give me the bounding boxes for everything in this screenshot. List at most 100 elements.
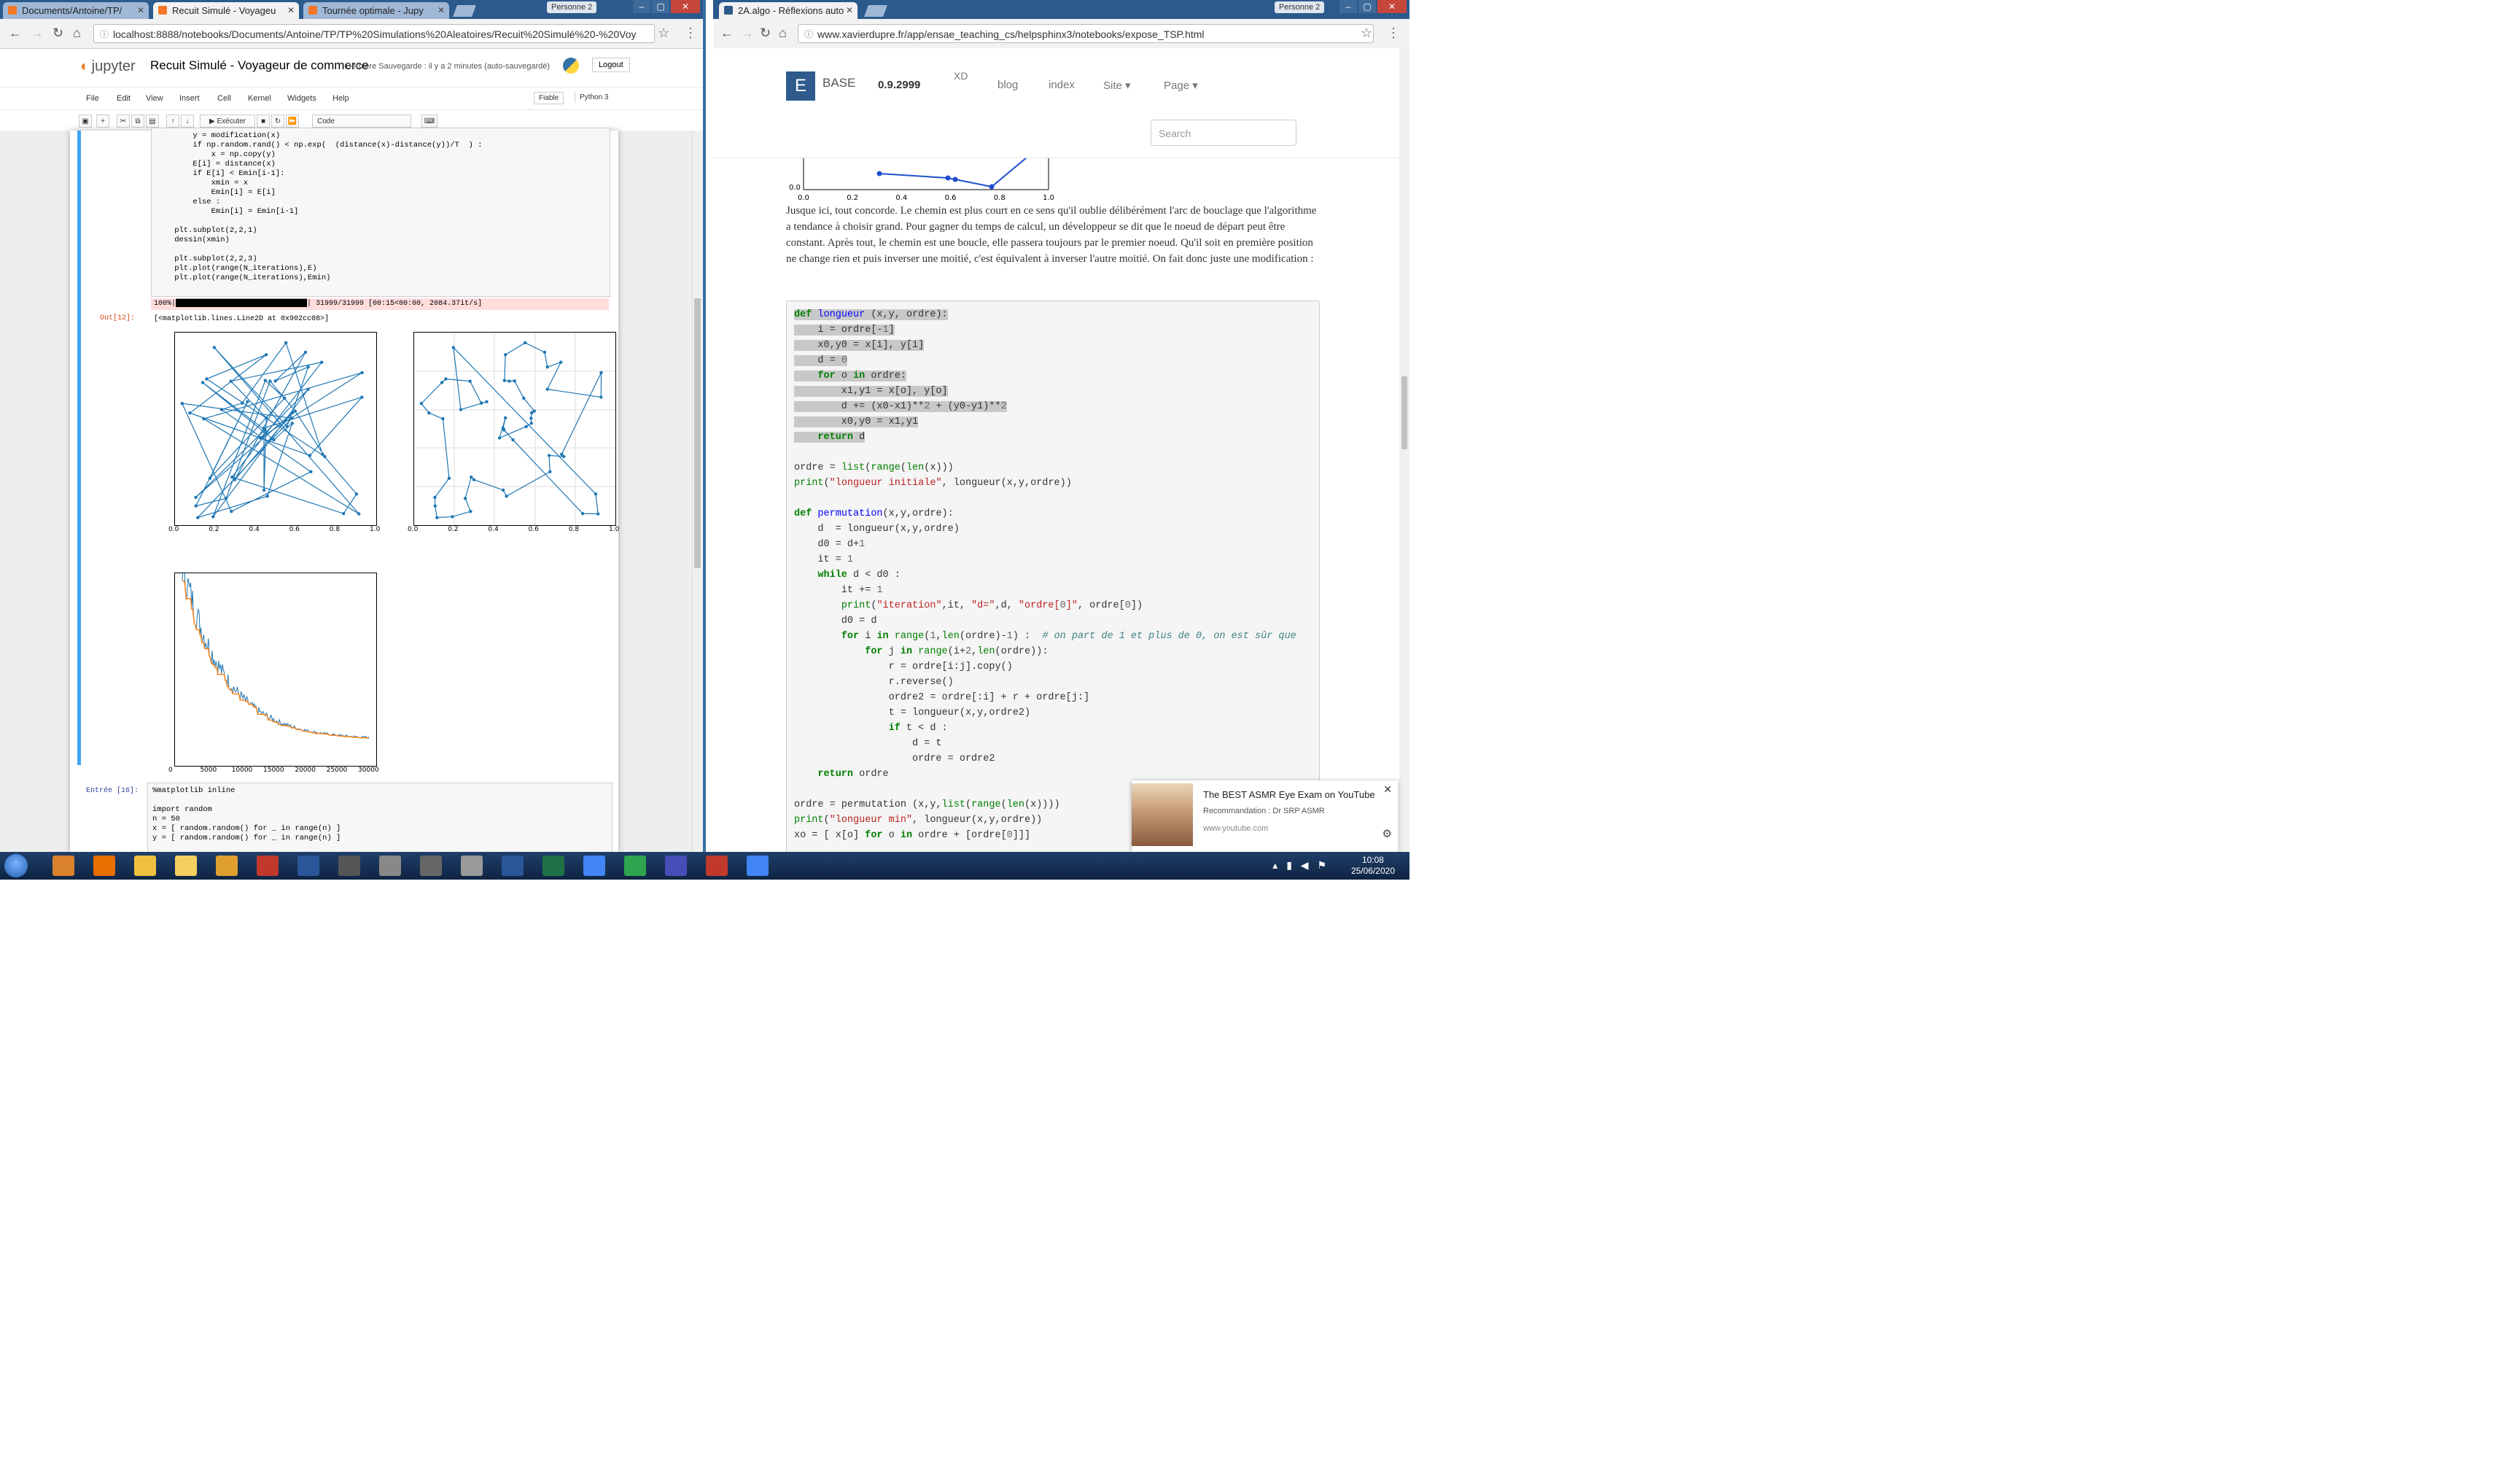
close-tab-icon[interactable]: ✕ [137,2,144,19]
new-tab-button[interactable] [453,5,476,17]
word-icon[interactable] [298,856,319,876]
menu-cell[interactable]: Cell [217,94,231,103]
site-logo[interactable]: E [786,71,815,101]
scrollbar-thumb[interactable] [694,298,701,568]
code-cell[interactable]: Entrée [16]: %matplotlib inline import r… [77,783,612,852]
back-icon[interactable]: ← [9,26,22,41]
add-cell-icon[interactable]: + [96,115,109,128]
start-button[interactable] [4,854,28,877]
explorer-icon[interactable] [52,856,74,876]
tab-recuit[interactable]: Recuit Simulé - Voyageu ✕ [153,2,299,19]
app-icon[interactable] [338,856,360,876]
gear-icon[interactable]: ⚙ [1382,827,1392,840]
utorrent-icon[interactable] [624,856,646,876]
close-window-icon[interactable]: ✕ [1377,0,1407,13]
folder-icon[interactable] [134,856,156,876]
restart-run-icon[interactable]: ⏩ [286,115,299,128]
maximize-icon[interactable]: ▢ [652,0,669,13]
brand-label[interactable]: BASE [822,76,855,90]
menu-help[interactable]: Help [332,94,349,103]
minimize-icon[interactable]: – [1339,0,1357,13]
menu-kernel[interactable]: Kernel [248,94,271,103]
close-tab-icon[interactable]: ✕ [846,2,853,19]
chrome-icon[interactable] [747,856,769,876]
profile-badge[interactable]: Personne 2 [547,1,597,13]
close-window-icon[interactable]: ✕ [671,0,700,13]
notebook-title[interactable]: Recuit Simulé - Voyageur de commerce [150,58,369,73]
maximize-icon[interactable]: ▢ [1358,0,1376,13]
profile-badge[interactable]: Personne 2 [1275,1,1325,13]
minimize-icon[interactable]: – [633,0,650,13]
scrollbar-thumb[interactable] [1401,376,1407,449]
save-icon[interactable]: ▣ [79,115,92,128]
menu-edit[interactable]: Edit [117,94,131,103]
cut-icon[interactable]: ✂ [117,115,130,128]
nav-page[interactable]: Page ▾ [1164,79,1198,92]
clock[interactable]: 10:08 25/06/2020 [1351,855,1395,877]
media-icon[interactable] [216,856,238,876]
ad-title[interactable]: The BEST ASMR Eye Exam on YouTube [1203,789,1375,800]
code-block[interactable]: def longueur (x,y, ordre): i = ordre[-1]… [786,300,1320,852]
cell-input[interactable]: y = modification(x) if np.random.rand() … [151,128,610,297]
excel-icon[interactable] [542,856,564,876]
tab-documents[interactable]: Documents/Antoine/TP/✕ [3,2,149,19]
home-icon[interactable]: ⌂ [779,26,787,41]
forward-icon[interactable]: → [31,26,44,41]
ad-thumbnail[interactable] [1132,783,1193,846]
browser-menu-icon[interactable]: ⋮ [684,26,697,41]
copy-icon[interactable]: ⧉ [131,115,144,128]
bookmark-star-icon[interactable]: ☆ [1361,26,1372,41]
url-input[interactable]: ⓘ localhost:8888/notebooks/Documents/Anto… [93,24,655,43]
browser-menu-icon[interactable]: ⋮ [1387,26,1400,41]
cell-input[interactable]: %matplotlib inline import random n = 50 … [147,783,612,852]
settings-icon[interactable] [420,856,442,876]
cell-type-select[interactable]: Code [312,115,411,128]
reload-icon[interactable]: ↻ [760,26,771,41]
stop-icon[interactable]: ■ [257,115,270,128]
acrobat-icon[interactable] [257,856,279,876]
system-tray-icons[interactable]: ▴ ▮ ◀ ⚑ [1272,859,1329,872]
jupyter-logo[interactable]: ◖ jupyter [79,58,136,75]
tab-2a-algo[interactable]: 2A.algo - Réflexions auto ✕ [719,2,858,19]
app-icon[interactable] [706,856,728,876]
paste-icon[interactable]: ▤ [146,115,159,128]
close-tab-icon[interactable]: ✕ [438,2,445,19]
run-button[interactable]: ▶ Exécuter [200,115,255,128]
nav-index[interactable]: index [1049,79,1075,91]
menu-view[interactable]: View [146,94,163,103]
app-icon[interactable] [461,856,483,876]
forward-icon[interactable]: → [741,26,754,41]
reload-icon[interactable]: ↻ [52,26,63,41]
teams-icon[interactable] [665,856,687,876]
page-scrollbar[interactable] [1399,48,1409,852]
window-controls: – ▢ ✕ [1339,0,1407,15]
code-cell-selected[interactable]: y = modification(x) if np.random.rand() … [77,128,619,774]
url-input[interactable]: ⓘ www.xavierdupre.fr/app/ensae_teaching_c… [798,24,1374,43]
notebook-scrollbar[interactable] [692,131,703,852]
search-input[interactable]: Search [1151,120,1296,146]
move-up-icon[interactable]: ↑ [166,115,179,128]
trusted-badge[interactable]: Fiable [534,92,564,104]
mail-icon[interactable] [175,856,197,876]
close-tab-icon[interactable]: ✕ [287,2,295,19]
app-icon[interactable] [502,856,524,876]
menu-widgets[interactable]: Widgets [287,94,316,103]
app-icon[interactable] [379,856,401,876]
tab-tournee[interactable]: Tournée optimale - Jupy ✕ [303,2,449,19]
nav-site[interactable]: Site ▾ [1103,79,1131,92]
logout-button[interactable]: Logout [592,58,630,72]
keyboard-icon[interactable]: ⌨ [421,115,438,128]
move-down-icon[interactable]: ↓ [181,115,194,128]
menu-file[interactable]: File [86,94,99,103]
menu-insert[interactable]: Insert [179,94,200,103]
close-icon[interactable]: ✕ [1383,783,1392,796]
bookmark-star-icon[interactable]: ☆ [658,26,669,41]
home-icon[interactable]: ⌂ [73,26,81,41]
youtube-ad-popup[interactable]: The BEST ASMR Eye Exam on YouTube Recomm… [1132,780,1398,852]
nav-blog[interactable]: blog [998,79,1018,91]
restart-icon[interactable]: ↻ [271,115,284,128]
chrome-icon[interactable] [583,856,605,876]
back-icon[interactable]: ← [720,26,734,41]
firefox-icon[interactable] [93,856,115,876]
new-tab-button[interactable] [864,5,887,17]
